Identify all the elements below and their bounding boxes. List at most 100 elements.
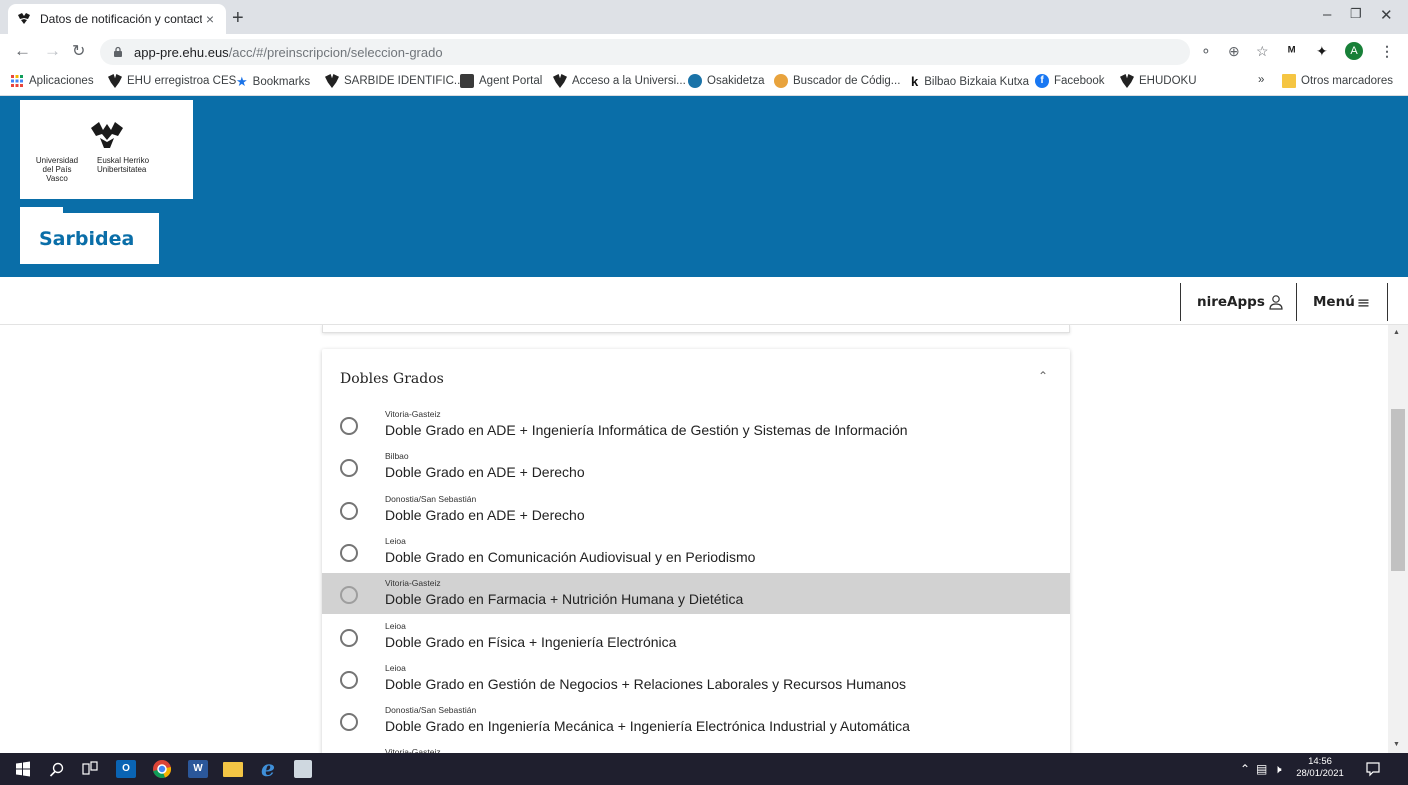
volume-icon[interactable]: 🕨: [1274, 762, 1282, 777]
outlook-icon[interactable]: O: [115, 758, 137, 780]
campus-label: Vitoria-Gasteiz: [385, 578, 441, 589]
reload-icon[interactable]: ↻: [72, 41, 85, 61]
degree-option[interactable]: Vitoria-Gasteiz: [322, 742, 1070, 753]
radio-button[interactable]: [340, 543, 358, 562]
logo-text: Universidad: [35, 156, 79, 165]
network-icon[interactable]: ▤: [1256, 762, 1267, 776]
browser-menu-icon[interactable]: ⋮: [1380, 43, 1394, 60]
bookmark-ehudoku[interactable]: EHUDOKU: [1120, 74, 1197, 88]
radio-button[interactable]: [340, 459, 358, 478]
degree-label: Doble Grado en Comunicación Audiovisual …: [385, 548, 756, 565]
url-path: /acc/#/preinscripcion/seleccion-grado: [228, 44, 443, 60]
extension-icon[interactable]: ᴹ: [1288, 43, 1295, 59]
degree-label: Doble Grado en ADE + Ingeniería Informát…: [385, 422, 908, 438]
radio-button[interactable]: [340, 628, 358, 647]
menu-button[interactable]: Menú ≡: [1296, 283, 1388, 321]
bookmark-label: Osakidetza: [707, 75, 765, 87]
taskbar-clock[interactable]: 14:56 28/01/2021: [1295, 756, 1345, 780]
ehu-icon: [553, 74, 567, 88]
degree-label: Doble Grado en Física + Ingeniería Elect…: [385, 633, 677, 650]
bookmark-label: Agent Portal: [479, 75, 543, 87]
bookmark-apps[interactable]: Aplicaciones: [10, 74, 94, 88]
ehu-icon: [325, 74, 339, 88]
minimize-icon[interactable]: –: [1323, 6, 1331, 23]
radio-button[interactable]: [340, 713, 358, 732]
search-icon[interactable]: [46, 758, 68, 780]
forward-icon[interactable]: →: [44, 41, 61, 61]
bookmark-sarbide-identific[interactable]: SARBIDE IDENTIFIC...: [325, 74, 464, 88]
degree-option[interactable]: Vitoria-Gasteiz Doble Grado en Farmacia +…: [322, 573, 1070, 615]
bookmark-bilbao-bizkaia-kutxa[interactable]: k Bilbao Bizkaia Kutxa: [911, 74, 1029, 89]
radio-button[interactable]: [340, 586, 358, 605]
campus-label: Leioa: [385, 535, 406, 546]
bookmarks-bar: Aplicaciones EHU erregistroa CES ★ Bookm…: [0, 68, 1408, 96]
portal-icon: [460, 74, 474, 88]
main-content: Dobles Grados ⌃ Vitoria-Gasteiz Doble Gra…: [0, 325, 1388, 753]
bookmark-acceso-universidad[interactable]: Acceso a la Universi...: [553, 74, 686, 88]
nireapps-button[interactable]: nireApps: [1180, 283, 1296, 321]
bookmark-buscador-codigos[interactable]: Buscador de Códig...: [774, 74, 900, 88]
ehu-logo[interactable]: Universidad del País Vasco Euskal Herrik…: [20, 100, 193, 199]
bookmark-bookmarks[interactable]: ★ Bookmarks: [236, 74, 310, 90]
radio-button[interactable]: [340, 501, 358, 520]
extensions-puzzle-icon[interactable]: ✦: [1316, 43, 1328, 60]
file-explorer-icon[interactable]: [222, 758, 244, 780]
bookmarks-overflow-icon[interactable]: »: [1258, 74, 1264, 86]
window-close-icon[interactable]: ✕: [1380, 6, 1393, 24]
search-globe-icon: [774, 74, 788, 88]
app-name-box[interactable]: Sarbidea: [20, 213, 159, 264]
radio-button[interactable]: [340, 670, 358, 689]
app-name: Sarbidea: [39, 227, 135, 250]
new-tab-button[interactable]: +: [232, 8, 244, 28]
scroll-up-icon[interactable]: ▲: [1393, 329, 1400, 336]
windows-start-icon[interactable]: [12, 758, 34, 780]
task-view-icon[interactable]: [79, 758, 101, 780]
chevron-up-icon[interactable]: ⌃: [1038, 369, 1048, 383]
bookmark-label: Bilbao Bizkaia Kutxa: [924, 75, 1030, 88]
degree-option[interactable]: Vitoria-Gasteiz Doble Grado en ADE + Inge…: [322, 404, 1070, 445]
bookmark-ehu-erregistroa[interactable]: EHU erregistroa CES: [108, 74, 236, 88]
address-bar[interactable]: app-pre.ehu.eus/acc/#/preinscripcion/sel…: [100, 39, 1190, 65]
bookmark-other-folder[interactable]: Otros marcadores: [1282, 74, 1393, 88]
tab-close-icon[interactable]: ×: [202, 11, 218, 27]
degree-option[interactable]: Donostia/San Sebastián Doble Grado en ADE…: [322, 489, 1070, 530]
degree-option[interactable]: Leioa Doble Grado en Gestión de Negocios …: [322, 658, 1070, 699]
internet-explorer-icon[interactable]: e: [257, 756, 279, 782]
ehu-favicon-icon: [18, 13, 30, 24]
campus-label: Vitoria-Gasteiz: [385, 409, 441, 419]
apps-grid-icon: [11, 75, 23, 87]
degree-option[interactable]: Leioa Doble Grado en Comunicación Audiovi…: [322, 531, 1070, 572]
bookmark-osakidetza[interactable]: Osakidetza: [688, 74, 765, 88]
bookmark-star-icon[interactable]: ☆: [1256, 43, 1269, 60]
windows-taskbar: O W e ⌃ ▤ 🕨 14:56 28/01/2021: [0, 753, 1408, 785]
bookmark-agent-portal[interactable]: Agent Portal: [460, 74, 542, 88]
page-scrollbar[interactable]: ▲ ▼: [1388, 325, 1408, 753]
logo-text: del País Vasco: [42, 165, 72, 183]
degree-option[interactable]: Bilbao Doble Grado en ADE + Derecho: [322, 446, 1070, 487]
user-icon: [1269, 295, 1283, 310]
key-icon[interactable]: ⚬: [1200, 43, 1212, 60]
degree-option[interactable]: Donostia/San Sebastián Doble Grado en Ing…: [322, 700, 1070, 741]
java-app-icon[interactable]: [292, 758, 314, 780]
double-degrees-panel: Dobles Grados ⌃ Vitoria-Gasteiz Doble Gra…: [322, 349, 1070, 753]
degree-option[interactable]: Leioa Doble Grado en Física + Ingeniería …: [322, 616, 1070, 657]
campus-label: Leioa: [385, 662, 406, 673]
profile-avatar[interactable]: A: [1345, 42, 1363, 60]
star-icon: ★: [236, 74, 248, 89]
radio-button[interactable]: [340, 417, 358, 435]
word-icon[interactable]: W: [187, 758, 209, 780]
back-icon[interactable]: ←: [14, 41, 31, 61]
hamburger-icon: ≡: [1356, 292, 1371, 312]
bookmark-facebook[interactable]: f Facebook: [1035, 74, 1105, 88]
lock-icon: [114, 46, 122, 57]
zoom-icon[interactable]: ⊕: [1228, 43, 1240, 60]
restore-icon[interactable]: ❐: [1350, 6, 1362, 22]
tray-chevron-icon[interactable]: ⌃: [1240, 762, 1250, 776]
logo-text: Unibertsitatea: [97, 165, 147, 174]
chrome-icon[interactable]: [151, 758, 173, 780]
browser-tab[interactable]: Datos de notificación y contacto ×: [8, 4, 226, 34]
scroll-down-icon[interactable]: ▼: [1393, 741, 1400, 748]
notifications-icon[interactable]: [1365, 761, 1381, 777]
panel-title[interactable]: Dobles Grados: [340, 371, 444, 387]
scrollbar-thumb[interactable]: [1391, 409, 1405, 571]
